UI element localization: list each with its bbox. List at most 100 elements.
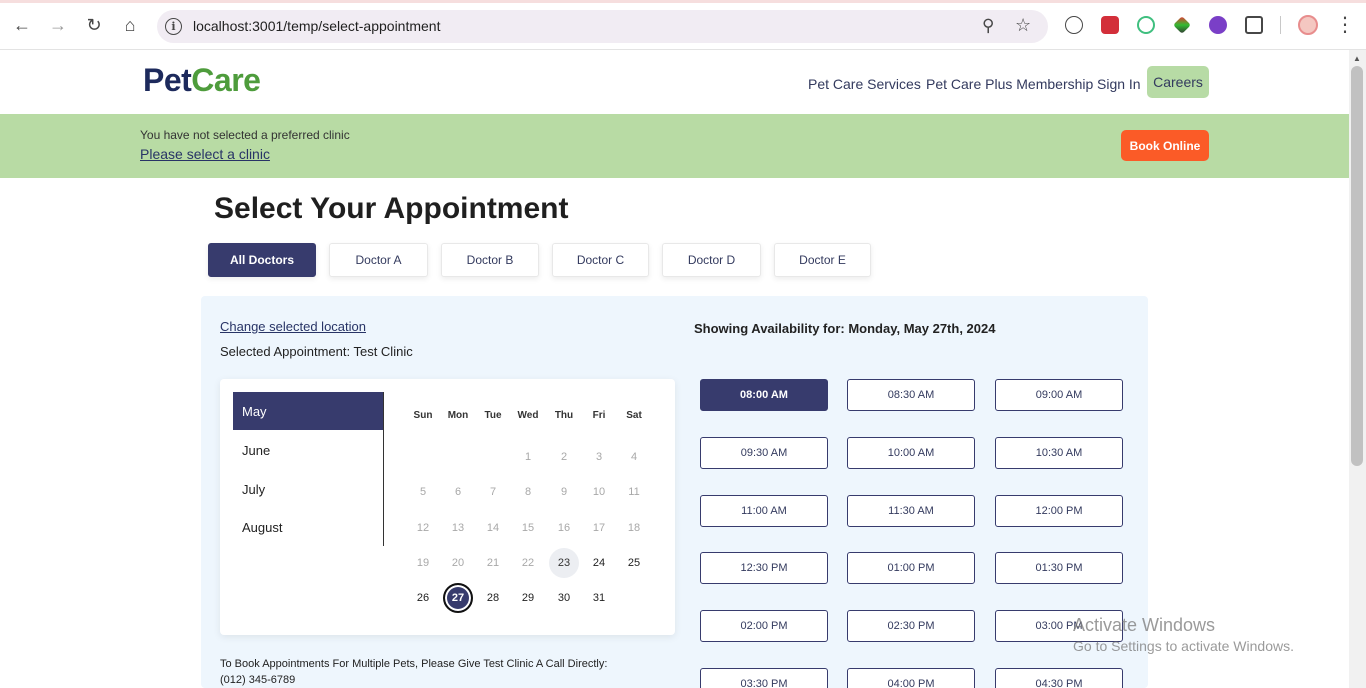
- home-icon[interactable]: ⌂: [118, 13, 142, 37]
- petcare-logo[interactable]: PetCare: [143, 62, 261, 99]
- time-slot-button[interactable]: 10:00 AM: [847, 437, 975, 469]
- nav-membership[interactable]: Pet Care Plus Membership: [926, 76, 1093, 92]
- calendar-day: 3: [595, 451, 603, 463]
- calendar-day[interactable]: 31: [584, 583, 614, 613]
- calendar-day[interactable]: 28: [478, 583, 508, 613]
- calendar-day[interactable]: 23: [549, 548, 579, 578]
- calendar-day: 4: [630, 451, 638, 463]
- doctor-tab-c[interactable]: Doctor C: [552, 243, 649, 277]
- calendar-day: 9: [560, 486, 568, 498]
- month-item[interactable]: May: [233, 392, 383, 430]
- clinic-phone[interactable]: (012) 345-6789: [220, 672, 607, 688]
- calendar-day: 15: [521, 522, 535, 534]
- calendar-day: 18: [627, 522, 641, 534]
- calendar-day[interactable]: 27: [443, 583, 473, 613]
- extension-icon[interactable]: [1101, 16, 1119, 34]
- month-item[interactable]: August: [233, 508, 383, 546]
- time-slot-button[interactable]: 11:00 AM: [700, 495, 828, 527]
- calendar-day: 16: [557, 522, 571, 534]
- nav-sign-in[interactable]: Sign In: [1097, 76, 1141, 92]
- windows-activation-watermark: Activate Windows Go to Settings to activ…: [1073, 615, 1294, 654]
- careers-button[interactable]: Careers: [1147, 66, 1209, 98]
- calendar-day: 22: [521, 557, 535, 569]
- time-slot-button[interactable]: 12:00 PM: [995, 495, 1123, 527]
- time-slot-button[interactable]: 09:00 AM: [995, 379, 1123, 411]
- calendar-day[interactable]: 26: [408, 583, 438, 613]
- browser-toolbar: ← → ↻ ⌂ i localhost:3001/temp/select-app…: [0, 0, 1366, 50]
- calendar-day: 21: [486, 557, 500, 569]
- watermark-line2: Go to Settings to activate Windows.: [1073, 638, 1294, 654]
- calendar-day[interactable]: 25: [619, 548, 649, 578]
- weekday-label: Tue: [484, 410, 502, 421]
- calendar-day: 1: [524, 451, 532, 463]
- doctor-tab-a[interactable]: Doctor A: [329, 243, 428, 277]
- nav-pet-care-services[interactable]: Pet Care Services: [808, 76, 921, 92]
- extensions-puzzle-icon[interactable]: [1245, 16, 1263, 34]
- month-item[interactable]: June: [233, 431, 383, 469]
- zoom-icon[interactable]: ⚲: [982, 16, 994, 36]
- clinic-banner: You have not selected a preferred clinic…: [0, 114, 1349, 178]
- calendar-day[interactable]: 29: [513, 583, 543, 613]
- time-slot-button[interactable]: 03:30 PM: [700, 668, 828, 688]
- scroll-up-icon[interactable]: ▲: [1353, 54, 1361, 63]
- extension-icon[interactable]: [1065, 16, 1083, 34]
- calendar-day: 12: [416, 522, 430, 534]
- time-slot-button[interactable]: 10:30 AM: [995, 437, 1123, 469]
- logo-care: Care: [191, 62, 261, 98]
- time-slot-button[interactable]: 04:00 PM: [847, 668, 975, 688]
- time-slot-button[interactable]: 12:30 PM: [700, 552, 828, 584]
- doctor-tab-e[interactable]: Doctor E: [774, 243, 871, 277]
- back-icon[interactable]: ←: [10, 13, 34, 37]
- weekday-label: Sat: [626, 410, 642, 421]
- scrollbar-thumb[interactable]: [1351, 66, 1363, 466]
- time-slot-button[interactable]: 08:00 AM: [700, 379, 828, 411]
- month-list: May June July August: [233, 392, 384, 546]
- toolbar-divider: [1280, 16, 1281, 34]
- time-slot-button[interactable]: 02:30 PM: [847, 610, 975, 642]
- calendar-day: 10: [592, 486, 606, 498]
- extension-icon[interactable]: [1137, 16, 1155, 34]
- time-slot-button[interactable]: 02:00 PM: [700, 610, 828, 642]
- page-title: Select Your Appointment: [214, 192, 569, 225]
- doctor-tab-b[interactable]: Doctor B: [441, 243, 539, 277]
- calendar-day: 2: [560, 451, 568, 463]
- logo-pet: Pet: [143, 62, 192, 98]
- page-scrollbar[interactable]: ▲: [1349, 50, 1366, 688]
- availability-heading: Showing Availability for: Monday, May 27…: [694, 321, 996, 336]
- calendar-day: 14: [486, 522, 500, 534]
- url-text[interactable]: localhost:3001/temp/select-appointment: [193, 18, 440, 34]
- weekday-label: Fri: [592, 410, 606, 421]
- site-info-icon[interactable]: i: [165, 18, 182, 35]
- weekday-label: Sun: [413, 410, 433, 421]
- select-clinic-link[interactable]: Please select a clinic: [140, 146, 270, 162]
- calendar-day: 7: [489, 486, 497, 498]
- extension-icon[interactable]: [1173, 16, 1191, 34]
- calendar-day: 17: [592, 522, 606, 534]
- time-slot-button[interactable]: 09:30 AM: [700, 437, 828, 469]
- bookmark-star-icon[interactable]: ☆: [1015, 15, 1031, 36]
- site-header: PetCare Pet Care Services Pet Care Plus …: [0, 50, 1349, 114]
- doctor-tab-all[interactable]: All Doctors: [208, 243, 316, 277]
- doctor-tab-d[interactable]: Doctor D: [662, 243, 761, 277]
- extension-icon[interactable]: [1209, 16, 1227, 34]
- no-clinic-message: You have not selected a preferred clinic: [140, 128, 350, 142]
- time-slot-button[interactable]: 01:00 PM: [847, 552, 975, 584]
- reload-icon[interactable]: ↻: [82, 13, 106, 37]
- profile-avatar-icon[interactable]: [1298, 15, 1318, 35]
- forward-icon[interactable]: →: [46, 13, 70, 37]
- calendar-day: 6: [454, 486, 462, 498]
- change-location-link[interactable]: Change selected location: [220, 319, 366, 334]
- month-item[interactable]: July: [233, 470, 383, 508]
- time-slot-button[interactable]: 08:30 AM: [847, 379, 975, 411]
- book-online-button[interactable]: Book Online: [1121, 130, 1209, 161]
- time-slot-button[interactable]: 04:30 PM: [995, 668, 1123, 688]
- menu-kebab-icon[interactable]: ⋮: [1335, 12, 1355, 37]
- selected-appointment-text: Selected Appointment: Test Clinic: [220, 344, 413, 359]
- calendar-day: 11: [628, 486, 640, 498]
- calendar-day[interactable]: 30: [549, 583, 579, 613]
- time-slot-button[interactable]: 11:30 AM: [847, 495, 975, 527]
- calendar-day[interactable]: 24: [584, 548, 614, 578]
- time-slot-button[interactable]: 01:30 PM: [995, 552, 1123, 584]
- calendar-day: 19: [416, 557, 430, 569]
- address-bar[interactable]: i localhost:3001/temp/select-appointment…: [157, 10, 1048, 43]
